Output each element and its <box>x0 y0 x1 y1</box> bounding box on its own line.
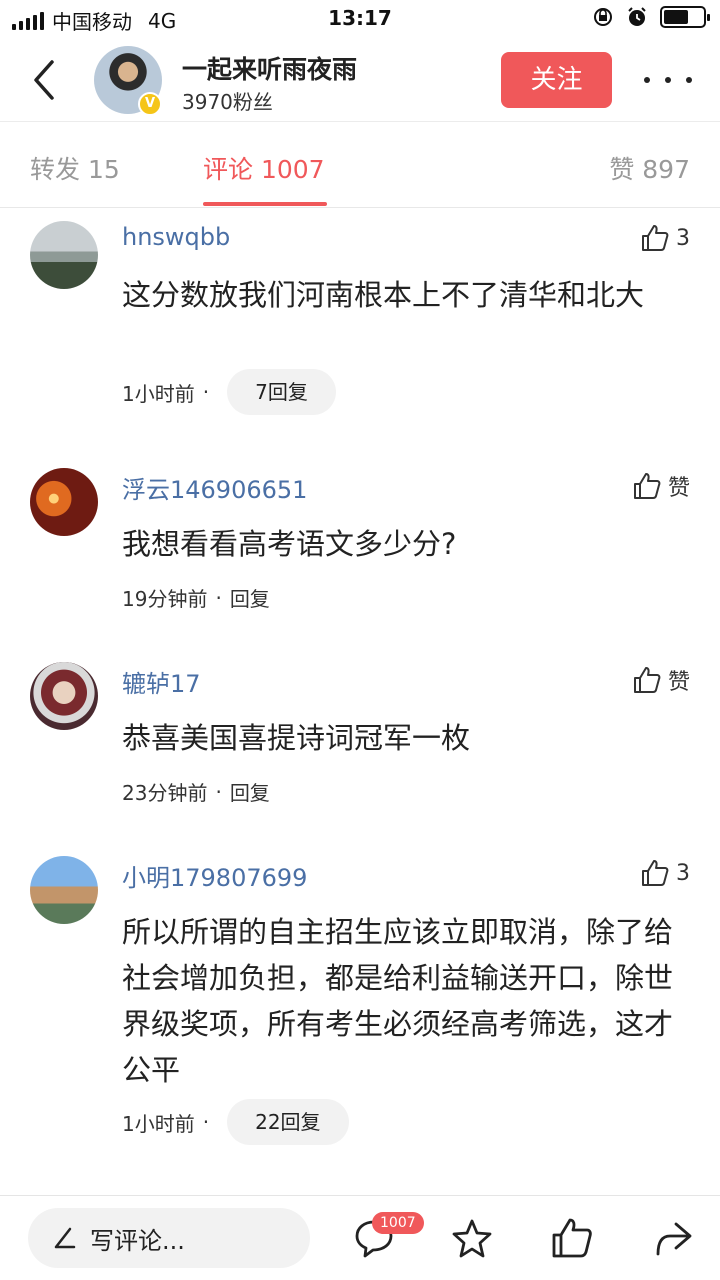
battery-icon <box>660 6 710 28</box>
comment-username[interactable]: 小明179807699 <box>122 858 307 893</box>
verified-badge-icon: V <box>138 92 162 116</box>
comment-text: 我想看看高考语文多少分? <box>122 527 457 561</box>
thumbs-up-icon <box>633 473 661 499</box>
comment-meta: 19分钟前 · 回复 <box>122 583 270 612</box>
status-bar: 中国移动 4G 13:17 <box>0 0 720 40</box>
back-button[interactable] <box>28 58 60 102</box>
comment-text: 所以所谓的自主招生应该立即取消，除了给社会增加负担，都是给利益输送开口，除世界级… <box>122 915 674 1087</box>
comment-like-button[interactable]: 赞 <box>632 664 690 696</box>
reply-button[interactable]: 回复 <box>230 583 270 612</box>
rotation-lock-icon <box>594 8 612 26</box>
back-arrow-icon <box>34 60 54 100</box>
alarm-icon <box>628 7 646 26</box>
thumbs-up-icon <box>642 225 669 251</box>
comment-username[interactable]: 浮云146906651 <box>122 470 307 505</box>
comment-time: 1小时前 <box>122 381 195 406</box>
author-name[interactable]: 一起来听雨夜雨 <box>182 50 357 86</box>
bottom-action-bar: 写评论... 1007 <box>0 1195 720 1280</box>
comment-like-button[interactable]: 3 <box>640 858 690 888</box>
more-dots-icon <box>644 77 650 83</box>
reply-button[interactable]: 回复 <box>230 777 270 806</box>
write-comment-input[interactable]: 写评论... <box>28 1208 310 1268</box>
comment-username[interactable]: 辘轳17 <box>122 664 201 699</box>
comment-like-button[interactable]: 3 <box>640 223 690 253</box>
pen-icon <box>54 1227 76 1249</box>
comment-text: 这分数放我们河南根本上不了清华和北大 <box>122 278 645 312</box>
comment-avatar[interactable] <box>30 856 98 924</box>
comment-avatar[interactable] <box>30 221 98 289</box>
status-right <box>592 6 710 28</box>
comment-time: 23分钟前 <box>122 781 208 805</box>
like-label: 赞 <box>667 670 690 695</box>
comment-meta: 1小时前 · 7回复 <box>122 369 336 415</box>
tab-like[interactable]: 赞 897 <box>609 150 690 186</box>
reply-button[interactable]: 22回复 <box>227 1099 349 1145</box>
share-arrow-icon <box>656 1222 692 1256</box>
more-button[interactable] <box>644 68 692 92</box>
like-count: 3 <box>676 860 690 886</box>
comment-meta: 1小时前 · 22回复 <box>122 1099 349 1145</box>
meta-separator: · <box>202 1110 210 1134</box>
comment-avatar[interactable] <box>30 468 98 536</box>
tab-comment[interactable]: 评论 1007 <box>203 150 325 186</box>
tab-repost[interactable]: 转发 15 <box>30 150 120 186</box>
comment-meta: 23分钟前 · 回复 <box>122 777 270 806</box>
meta-separator: · <box>215 779 222 804</box>
thumbs-up-icon <box>633 667 661 693</box>
comment-placeholder: 写评论... <box>90 1226 185 1255</box>
like-label: 赞 <box>667 476 690 501</box>
comment-time: 19分钟前 <box>122 587 208 611</box>
fans-count: 3970粉丝 <box>182 90 273 114</box>
article-header: V 一起来听雨夜雨 3970粉丝 关注 <box>0 40 720 122</box>
meta-separator: · <box>215 585 222 610</box>
comment-time: 1小时前 <box>122 1111 195 1136</box>
tab-bar: 转发 15 评论 1007 赞 897 <box>0 122 720 208</box>
star-icon <box>452 1219 492 1258</box>
comment-username[interactable]: hnswqbb <box>122 223 230 251</box>
reply-button[interactable]: 7回复 <box>227 369 336 415</box>
comment-count-badge: 1007 <box>372 1212 424 1234</box>
favorite-button[interactable] <box>450 1216 494 1260</box>
share-button[interactable] <box>650 1216 694 1260</box>
like-button[interactable] <box>550 1216 594 1260</box>
active-tab-indicator <box>203 202 327 206</box>
thumbs-up-icon <box>552 1218 592 1258</box>
meta-separator: · <box>202 380 210 404</box>
comment-avatar[interactable] <box>30 662 98 730</box>
comment-like-button[interactable]: 赞 <box>632 470 690 502</box>
thumbs-up-icon <box>642 860 669 886</box>
follow-button[interactable]: 关注 <box>501 52 612 108</box>
like-count: 3 <box>676 225 690 251</box>
comment-text: 恭喜美国喜提诗词冠军一枚 <box>122 721 471 755</box>
